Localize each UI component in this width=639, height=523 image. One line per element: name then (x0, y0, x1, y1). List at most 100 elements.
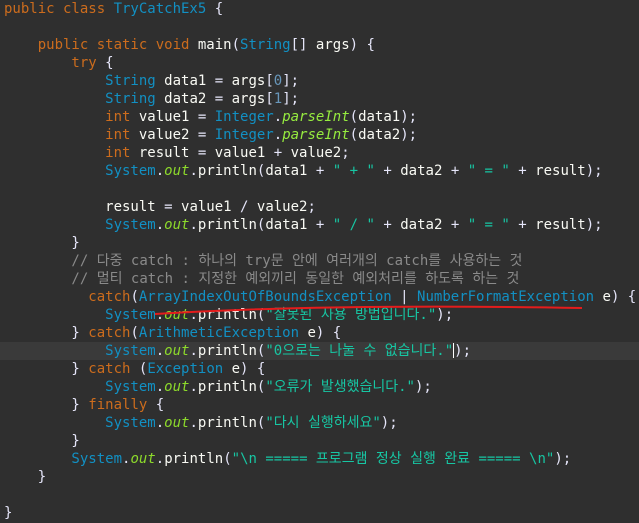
punctuation-token: | (391, 289, 418, 305)
identifier-token: data2 (400, 217, 443, 233)
punctuation-token: { (105, 55, 114, 71)
punctuation-token: . (155, 163, 165, 179)
identifier-token: data1 (265, 217, 308, 233)
punctuation-token: ) { (240, 361, 266, 377)
punctuation-token: ( (349, 109, 359, 125)
punctuation-token: = (206, 91, 232, 107)
string-literal: "잘못된 사용 방법입니다." (265, 307, 437, 323)
code-line[interactable]: System.out.println(data1 + " / " + data2… (0, 216, 639, 234)
type-token: System (4, 379, 156, 395)
code-line[interactable]: } (0, 432, 639, 450)
code-line[interactable]: } (0, 468, 639, 486)
code-line[interactable]: String data1 = args[0]; (0, 72, 639, 90)
code-line[interactable]: } (0, 504, 639, 522)
code-line[interactable]: System.out.println("잘못된 사용 방법입니다."); (0, 306, 639, 324)
code-line[interactable]: System.out.println("0으로는 나눌 수 없습니다."); (0, 342, 639, 360)
type-token: System (4, 307, 156, 323)
punctuation-token: = (189, 127, 215, 143)
static-field-token: out (164, 415, 190, 431)
keyword-token: try (4, 55, 106, 71)
punctuation-token: } (4, 505, 13, 521)
punctuation-token: ]; (282, 91, 300, 107)
identifier-token: println (197, 163, 257, 179)
identifier-token: value1 (181, 199, 232, 215)
punctuation-token: ; (307, 199, 316, 215)
identifier-token: data2 (400, 163, 443, 179)
identifier-token: value2 (138, 127, 190, 143)
comment-text: // 다중 catch : 하나의 try문 안에 여러개의 catch를 사용… (4, 253, 523, 269)
static-field-token: out (164, 217, 190, 233)
punctuation-token: . (155, 343, 165, 359)
punctuation-token: [ (265, 91, 274, 107)
identifier-token: e (231, 361, 241, 377)
code-line[interactable]: } catch(ArithmeticException e) { (0, 324, 639, 342)
code-line[interactable]: int value1 = Integer.parseInt(data1); (0, 108, 639, 126)
code-line[interactable]: int result = value1 + value2; (0, 144, 639, 162)
identifier-token: result (4, 199, 156, 215)
static-field-token: out (164, 307, 190, 323)
code-line[interactable] (0, 180, 639, 198)
identifier-token: args (315, 37, 350, 53)
code-line[interactable]: try { (0, 54, 639, 72)
code-line[interactable] (0, 18, 639, 36)
punctuation-token: } (4, 397, 89, 413)
punctuation-token: { (206, 1, 224, 17)
string-literal: " + " (332, 163, 375, 179)
code-line[interactable]: } finally { (0, 396, 639, 414)
code-line[interactable]: result = value1 / value2; (0, 198, 639, 216)
code-line[interactable]: } catch (Exception e) { (0, 360, 639, 378)
code-line[interactable]: System.out.println("\n ===== 프로그램 정상 실행 … (0, 450, 639, 468)
punctuation-token: [ (265, 73, 274, 89)
punctuation-token: [] (290, 37, 316, 53)
punctuation-token: ); (554, 451, 572, 467)
code-line[interactable]: System.out.println(data1 + " + " + data2… (0, 162, 639, 180)
identifier-token: main (197, 37, 232, 53)
punctuation-token: + (509, 163, 536, 179)
punctuation-token: } (4, 235, 80, 251)
punctuation-token: ) { (315, 325, 342, 341)
punctuation-token: . (155, 217, 165, 233)
keyword-token: finally (88, 397, 148, 413)
identifier-token: result (138, 145, 190, 161)
punctuation-token: ); (454, 343, 472, 359)
static-field-token: out (164, 343, 190, 359)
type-token: NumberFormatException (417, 289, 595, 305)
punctuation-token: } (4, 469, 47, 485)
punctuation-token: + (509, 217, 536, 233)
type-token: System (4, 217, 156, 233)
identifier-token: value2 (290, 145, 342, 161)
punctuation-token: . (155, 307, 165, 323)
code-line[interactable]: } (0, 234, 639, 252)
code-line[interactable]: catch(ArrayIndexOutOfBoundsException | N… (0, 288, 639, 306)
punctuation-token: + (307, 217, 333, 233)
punctuation-token: . (155, 451, 165, 467)
punctuation-token: ( (130, 325, 139, 341)
punctuation-token: . (189, 163, 198, 179)
identifier-token: data1 (358, 109, 401, 125)
code-line[interactable]: public static void main(String[] args) { (0, 36, 639, 54)
identifier-token: result (535, 217, 586, 233)
punctuation-token: ( (130, 289, 139, 305)
code-line[interactable]: // 멀티 catch : 지정한 예외끼리 동일한 예외처리를 하도록 하는 … (0, 270, 639, 288)
code-line[interactable]: public class TryCatchEx5 { (0, 0, 639, 18)
code-line[interactable]: String data2 = args[1]; (0, 90, 639, 108)
identifier-token: println (197, 217, 257, 233)
identifier-token: println (197, 343, 257, 359)
code-editor[interactable]: public class TryCatchEx5 { public static… (0, 0, 639, 523)
identifier-token: data2 (164, 91, 207, 107)
punctuation-token: ]; (282, 73, 300, 89)
code-line[interactable]: System.out.println("다시 실행하세요"); (0, 414, 639, 432)
code-line[interactable]: System.out.println("오류가 발생했습니다."); (0, 378, 639, 396)
code-line[interactable] (0, 486, 639, 504)
type-token: System (4, 415, 156, 431)
punctuation-token: ); (380, 415, 398, 431)
static-field-token: out (164, 163, 190, 179)
punctuation-token: ( (349, 127, 359, 143)
punctuation-token: ( (130, 361, 148, 377)
identifier-token: data2 (358, 127, 401, 143)
type-token: String (4, 91, 165, 107)
punctuation-token: . (155, 379, 165, 395)
punctuation-token: . (189, 379, 198, 395)
code-line[interactable]: // 다중 catch : 하나의 try문 안에 여러개의 catch를 사용… (0, 252, 639, 270)
code-line[interactable]: int value2 = Integer.parseInt(data2); (0, 126, 639, 144)
